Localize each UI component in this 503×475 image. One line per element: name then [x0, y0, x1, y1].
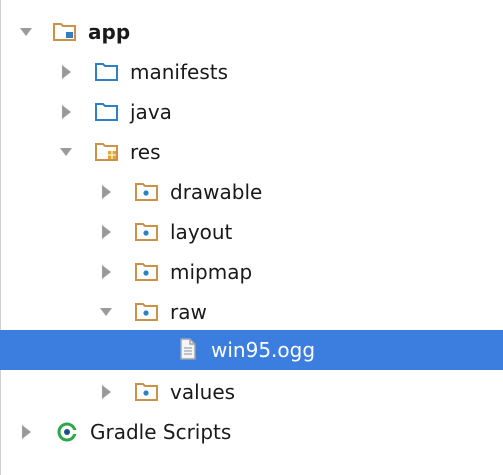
collapsed-arrow-icon[interactable]: [58, 102, 74, 122]
tree-node-label: Gradle Scripts: [90, 420, 232, 444]
tree-node-drawable[interactable]: drawable: [0, 172, 503, 212]
package-folder-icon: [135, 263, 158, 281]
expanded-arrow-icon[interactable]: [58, 142, 74, 162]
tree-node-mipmap[interactable]: mipmap: [0, 252, 503, 292]
collapsed-arrow-icon[interactable]: [98, 382, 114, 402]
tree-node-gradle-scripts[interactable]: Gradle Scripts: [0, 412, 503, 452]
tree-node-label: java: [130, 100, 172, 124]
file-icon: [180, 338, 196, 360]
tree-node-label: manifests: [130, 60, 228, 84]
tree-node-res[interactable]: res: [0, 132, 503, 172]
resource-folder-icon: [95, 143, 118, 161]
tree-node-app[interactable]: app: [0, 12, 503, 52]
tree-node-label: res: [130, 140, 161, 164]
collapsed-arrow-icon[interactable]: [18, 422, 34, 442]
package-folder-icon: [135, 183, 158, 201]
tree-node-java[interactable]: java: [0, 92, 503, 132]
tree-node-values[interactable]: values: [0, 372, 503, 412]
collapsed-arrow-icon[interactable]: [98, 222, 114, 242]
package-folder-icon: [135, 223, 158, 241]
expanded-arrow-icon[interactable]: [18, 22, 34, 42]
collapsed-arrow-icon[interactable]: [98, 182, 114, 202]
tree-node-win95-ogg[interactable]: win95.ogg: [0, 330, 503, 370]
module-folder-icon: [53, 23, 76, 41]
gradle-icon: [57, 422, 77, 442]
package-folder-icon: [135, 303, 158, 321]
tree-node-label: layout: [170, 220, 233, 244]
tree-node-label: raw: [170, 300, 207, 324]
tree-node-manifests[interactable]: manifests: [0, 52, 503, 92]
package-folder-icon: [135, 383, 158, 401]
expanded-arrow-icon[interactable]: [98, 302, 114, 322]
folder-icon: [95, 63, 118, 81]
tree-node-label: drawable: [170, 180, 263, 204]
tree-node-layout[interactable]: layout: [0, 212, 503, 252]
collapsed-arrow-icon[interactable]: [58, 62, 74, 82]
tree-node-label: app: [88, 20, 131, 44]
folder-icon: [95, 103, 118, 121]
tree-node-label: values: [170, 380, 236, 404]
tree-node-label: mipmap: [170, 260, 253, 284]
collapsed-arrow-icon[interactable]: [98, 262, 114, 282]
tree-node-label: win95.ogg: [211, 338, 316, 362]
tree-node-raw[interactable]: raw: [0, 292, 503, 332]
